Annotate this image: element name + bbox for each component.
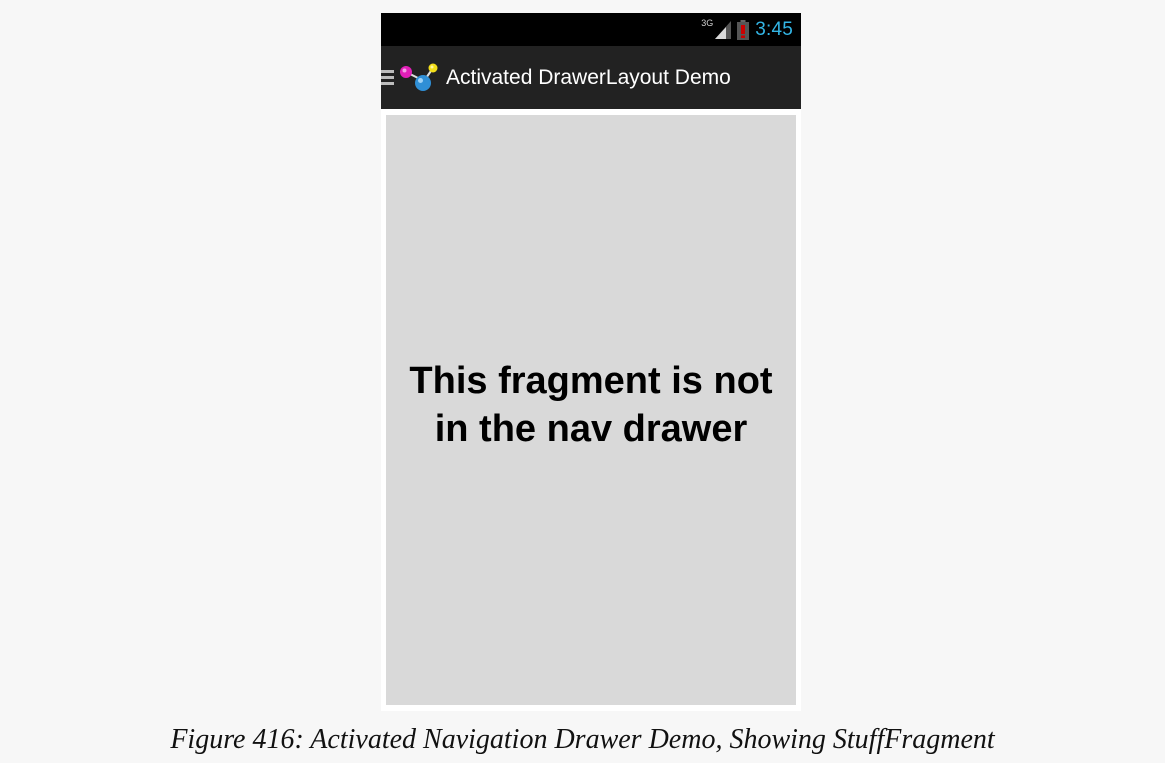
phone-screen: 3G 3:45 Activated DrawerLayout Demo This… [381, 13, 801, 711]
network-type-label: 3G [701, 17, 714, 28]
status-clock: 3:45 [755, 18, 793, 40]
action-bar: Activated DrawerLayout Demo [381, 46, 801, 109]
drawer-toggle-button[interactable] [381, 46, 440, 109]
battery-low-icon [737, 19, 750, 40]
figure-caption: Figure 416: Activated Navigation Drawer … [170, 724, 995, 755]
action-bar-title: Activated DrawerLayout Demo [446, 65, 731, 89]
hamburger-icon [381, 70, 394, 85]
molecule-app-icon [398, 62, 440, 94]
fragment-message: This fragment is not in the nav drawer [409, 360, 773, 450]
stuff-fragment-content: This fragment is not in the nav drawer [386, 115, 796, 705]
status-indicators: 3G 3:45 [701, 13, 793, 46]
status-bar: 3G 3:45 [381, 13, 801, 46]
signal-strength-icon [715, 20, 732, 39]
